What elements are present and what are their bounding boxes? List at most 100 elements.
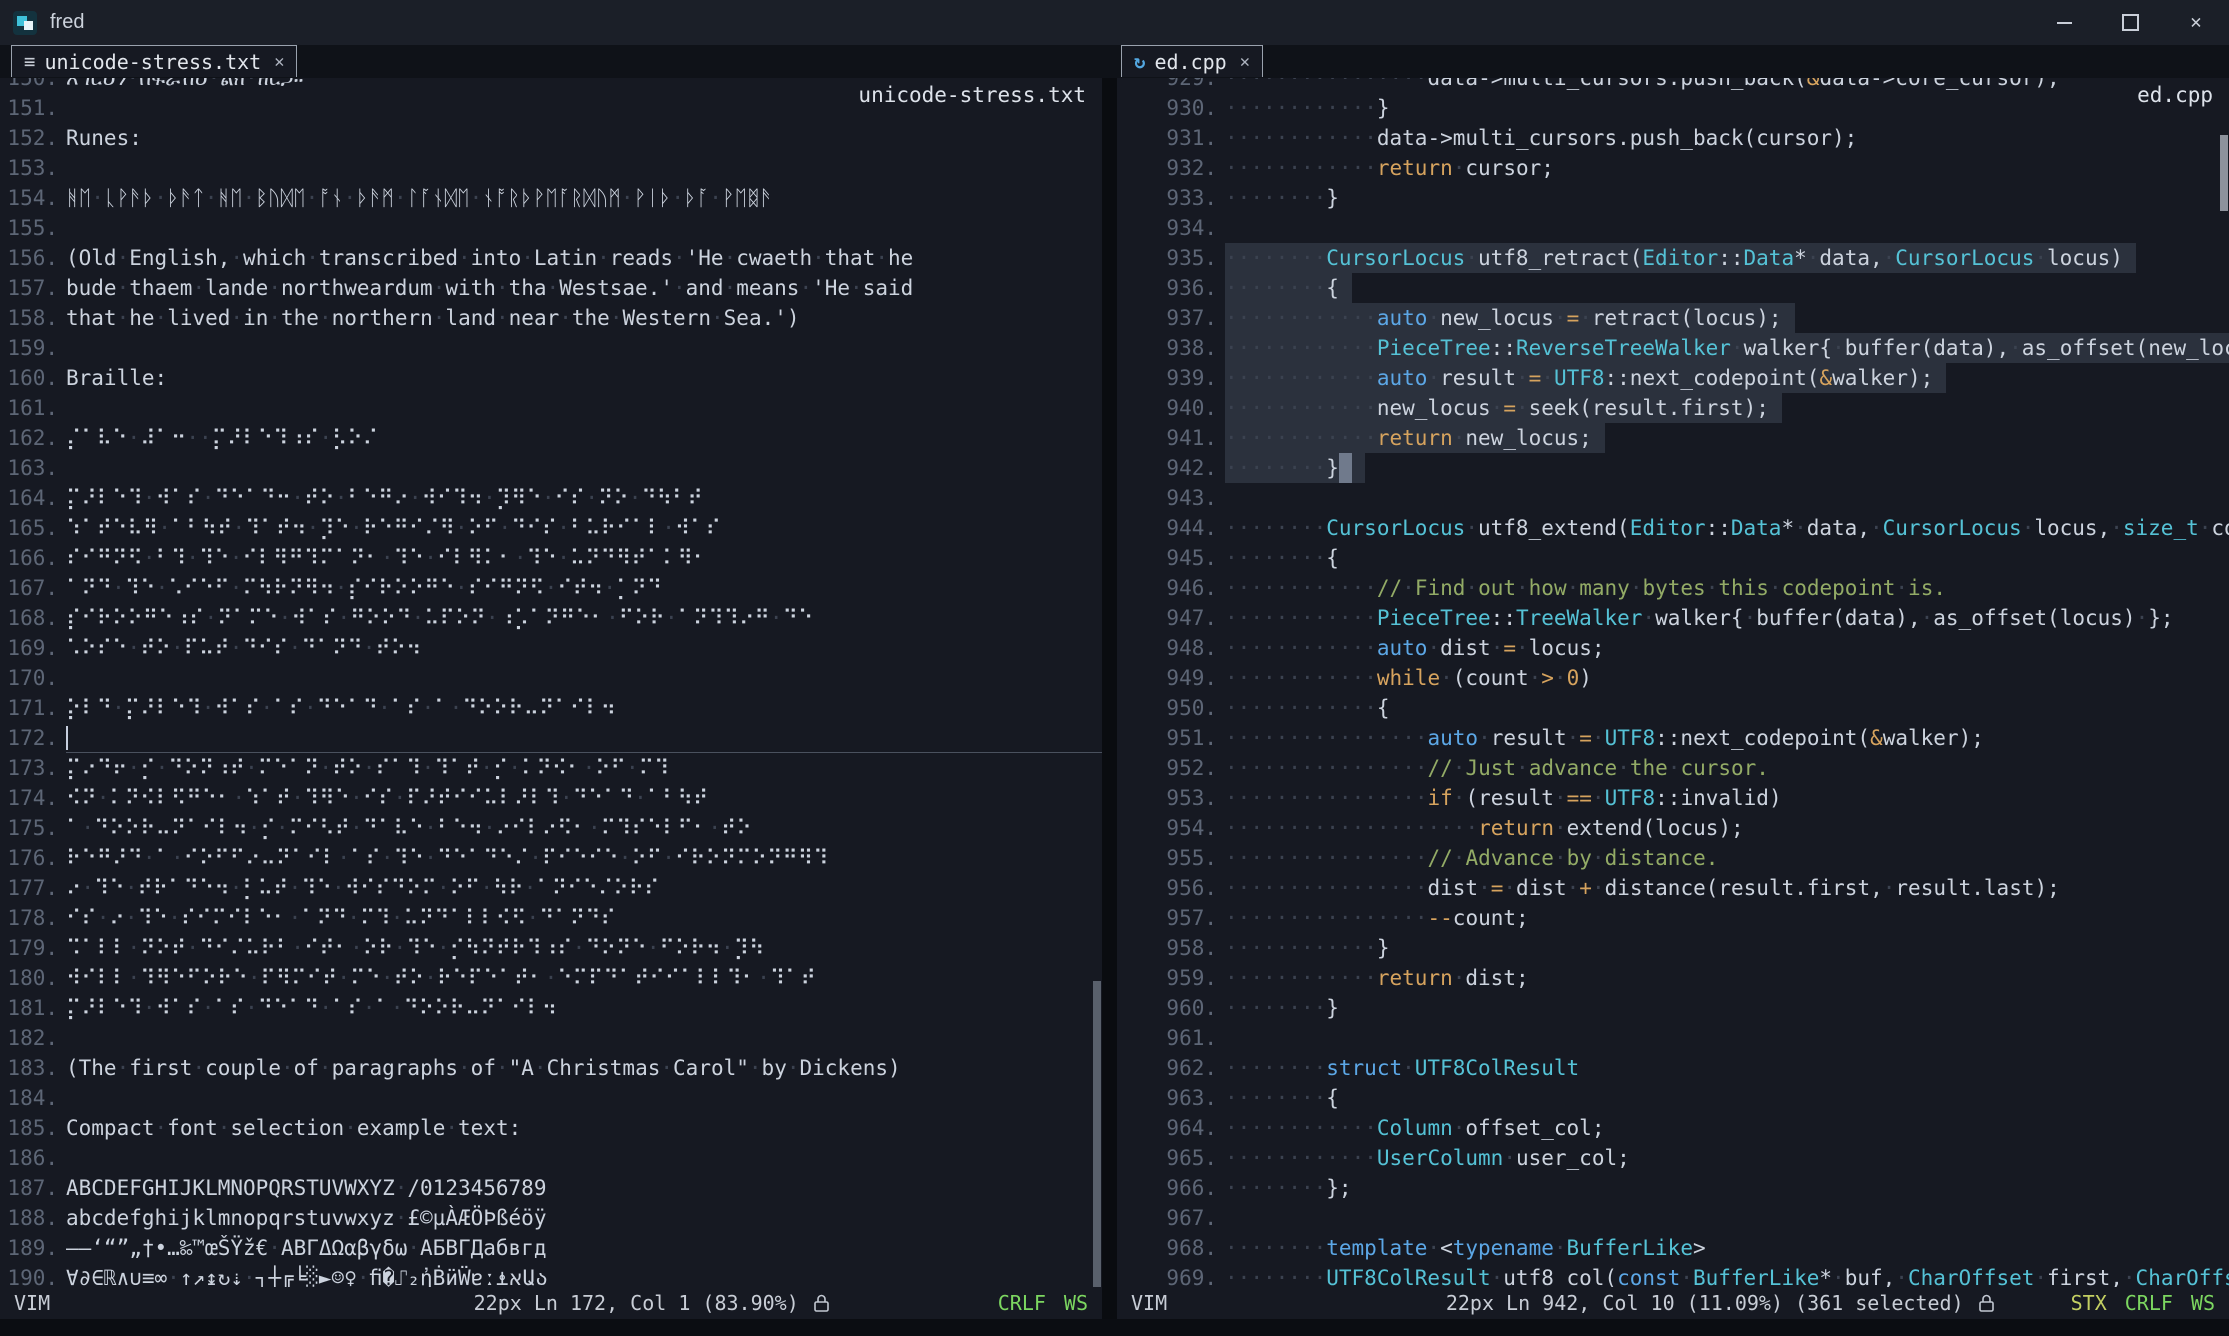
code-line[interactable]: 184. (0, 1083, 1102, 1113)
line-content[interactable]: ········struct·UTF8ColResult (1225, 1053, 1579, 1083)
line-number[interactable]: 163. (0, 453, 58, 483)
code-line[interactable]: 188.abcdefghijklmnopqrstuvwxyz·£©µÀÆÖÞßé… (0, 1203, 1102, 1233)
code-line[interactable]: 953.················if·(result·==·UTF8::… (1117, 783, 2229, 813)
line-content[interactable]: ········{ (1225, 1083, 1339, 1113)
code-line[interactable]: 190.∀∂∈ℝ∧∪≡∞·↑↗↨↻⇣·┐┼╔╘░►☺♀·ﬁ�⑀₂ἠḂӥẄɐː⍎א… (0, 1263, 1102, 1287)
status-flag-crlf[interactable]: CRLF (998, 1291, 1046, 1315)
code-line[interactable]: 952.················//·Just·advance·the·… (1117, 753, 2229, 783)
line-number[interactable]: 942. (1117, 453, 1217, 483)
line-number[interactable]: 177. (0, 873, 58, 903)
code-line[interactable]: 932.············return·cursor; (1117, 153, 2229, 183)
code-line[interactable]: 165.⠱⠁⠞⠑⠧⠻·⠁⠃⠳⠞·⠹⠁⠞⠲·⡹⠑·⠗⠑⠛⠊⠌⠻·⠕⠋·⠙⠊⠎·⠃⠥… (0, 513, 1102, 543)
code-line[interactable]: 164.⡍⠜⠇⠑⠹·⠺⠁⠎·⠙⠑⠁⠙⠒·⠞⠕·⠃⠑⠛⠔·⠺⠊⠹⠲·⡹⠻⠑·⠊⠎·… (0, 483, 1102, 513)
code-line[interactable]: 943. (1117, 483, 2229, 513)
line-number[interactable]: 936. (1117, 273, 1217, 303)
code-line[interactable]: 967. (1117, 1203, 2229, 1233)
code-line[interactable]: 935.········CursorLocus·utf8_retract(Edi… (1117, 243, 2229, 273)
line-number[interactable]: 181. (0, 993, 58, 1023)
code-line[interactable]: 158.that·he·lived·in·the·northern·land·n… (0, 303, 1102, 333)
line-number[interactable]: 957. (1117, 903, 1217, 933)
line-number[interactable]: 965. (1117, 1143, 1217, 1173)
line-content[interactable]: ∀∂∈ℝ∧∪≡∞·↑↗↨↻⇣·┐┼╔╘░►☺♀·ﬁ�⑀₂ἠḂӥẄɐː⍎אԱა (66, 1263, 548, 1287)
line-number[interactable]: 159. (0, 333, 58, 363)
line-number[interactable]: 950. (1117, 693, 1217, 723)
code-line[interactable]: 940. ············new_locus·=·seek(result.… (1117, 393, 2229, 423)
line-number[interactable]: 955. (1117, 843, 1217, 873)
line-content[interactable]: ········UTF8ColResult·utf8_col(const·Buf… (1225, 1263, 2229, 1287)
line-content[interactable]: ⡍⠔⠙⠖·⡊·⠙⠕⠝⠰⠞·⠍⠑⠁⠝·⠞⠕·⠎⠁⠹·⠹⠁⠞·⡊·⠅⠝⠪⠂·⠕⠋·⠍… (66, 753, 669, 783)
line-number[interactable]: 175. (0, 813, 58, 843)
line-number[interactable]: 164. (0, 483, 58, 513)
minimize-button[interactable] (2031, 0, 2097, 45)
line-content[interactable]: abcdefghijklmnopqrstuvwxyz·£©µÀÆÖÞßéöÿ (66, 1203, 546, 1233)
line-number[interactable]: 961. (1117, 1023, 1217, 1053)
line-content[interactable]: እግርህን·በፍራሽህ·ልክ·ዘርጋ። (66, 78, 303, 93)
code-area[interactable]: 150.እግርህን·በፍራሽህ·ልክ·ዘርጋ።151.152.Runes:153… (0, 78, 1102, 1287)
tab-ed-cpp[interactable]: ↻ ed.cpp ✕ (1121, 45, 1263, 77)
line-number[interactable]: 180. (0, 963, 58, 993)
code-line[interactable]: 189.–—‘“”„†•…‰™œŠŸž€·ΑΒΓΔΩαβγδω·АБВГДабв… (0, 1233, 1102, 1263)
line-content[interactable]: ················if·(result·==·UTF8::inva… (1225, 783, 1782, 813)
line-content[interactable]: ············Column·offset_col; (1225, 1113, 1604, 1143)
line-content[interactable]: ········} (1225, 453, 1365, 483)
line-number[interactable]: 932. (1117, 153, 1217, 183)
code-line[interactable]: 179.⠩⠁⠇⠇·⠝⠕⠞·⠙⠊⠌⠥⠗⠃·⠊⠞⠂·⠕⠗·⠹⠑·⡊⠳⠝⠞⠗⠹⠰⠎·⠙… (0, 933, 1102, 963)
code-line[interactable]: 949.············while·(count·>·0) (1117, 663, 2229, 693)
line-content[interactable]: ············new_locus·=·seek(result.firs… (1225, 393, 1782, 423)
code-line[interactable]: 175.⠁·⠙⠕⠕⠗⠤⠝⠁⠊⠇⠲·⡊·⠍⠊⠣⠞·⠙⠁⠧⠑·⠃⠑⠲·⠔⠊⠇⠔⠫⠂·… (0, 813, 1102, 843)
lock-icon[interactable] (813, 1293, 830, 1313)
line-content[interactable]: ········CursorLocus·utf8_extend(Editor::… (1225, 513, 2229, 543)
line-number[interactable]: 189. (0, 1233, 58, 1263)
line-number[interactable]: 160. (0, 363, 58, 393)
line-content[interactable]: ········template·<typename·BufferLike> (1225, 1233, 1706, 1263)
line-number[interactable]: 960. (1117, 993, 1217, 1023)
line-number[interactable]: 929. (1117, 78, 1217, 93)
code-line[interactable]: 945.········{ (1117, 543, 2229, 573)
code-area[interactable]: 929.················data->multi_cursors.… (1117, 78, 2229, 1287)
code-line[interactable]: 938.············PieceTree::ReverseTreeWa… (1117, 333, 2229, 363)
code-line[interactable]: 955.················//·Advance·by·distan… (1117, 843, 2229, 873)
code-line[interactable]: 156.(Old·English,·which·transcribed·into… (0, 243, 1102, 273)
line-number[interactable]: 174. (0, 783, 58, 813)
code-line[interactable]: 172. (0, 723, 1102, 753)
line-number[interactable]: 173. (0, 753, 58, 783)
line-number[interactable]: 945. (1117, 543, 1217, 573)
code-line[interactable]: 152.Runes: (0, 123, 1102, 153)
status-flag-ws[interactable]: WS (1064, 1291, 1088, 1315)
code-line[interactable]: 153. (0, 153, 1102, 183)
status-flag-ws[interactable]: WS (2191, 1291, 2215, 1315)
line-content[interactable]: ⠡⠕⠎⠑·⠞⠕·⠏⠥⠞·⠙⠊⠎·⠙⠁⠝⠙·⠞⠕⠲ (66, 633, 422, 663)
line-number[interactable]: 176. (0, 843, 58, 873)
code-line[interactable]: 969.········UTF8ColResult·utf8_col(const… (1117, 1263, 2229, 1287)
line-number[interactable]: 940. (1117, 393, 1217, 423)
line-content[interactable]: ············{ (1225, 693, 1390, 723)
line-content[interactable]: ⠎⠊⠛⠝⠫·⠃⠹·⠹⠑·⠊⠇⠻⠛⠹⠍⠁⠝⠂·⠹⠑·⠊⠇⠻⠅⠂·⠹⠑·⠥⠝⠙⠻⠞⠁… (66, 543, 708, 573)
line-number[interactable]: 157. (0, 273, 58, 303)
cursor-position[interactable]: 22px Ln 172, Col 1 (83.90%) (474, 1291, 799, 1315)
cursor-position[interactable]: 22px Ln 942, Col 10 (11.09%) (361 select… (1446, 1291, 1964, 1315)
line-number[interactable]: 943. (1117, 483, 1217, 513)
code-line[interactable]: 174. ⠪⠝·⠅⠝⠪⠇⠫⠛⠑⠂·⠱⠁⠞·⠹⠻⠑·⠊⠎·⠏⠜⠞⠊⠊⠥⠇⠜⠇⠹·⠙⠑… (0, 783, 1102, 813)
line-number[interactable]: 930. (1117, 93, 1217, 123)
line-content[interactable]: ⠊⠎·⠔·⠹⠑·⠎⠊⠍⠊⠇⠑⠂·⠁⠝⠙·⠍⠹·⠥⠝⠙⠁⠇⠇⠪⠫·⠙⠁⠝⠙⠎ (66, 903, 616, 933)
line-content[interactable]: ⠪⠝·⠅⠝⠪⠇⠫⠛⠑⠂·⠱⠁⠞·⠹⠻⠑·⠊⠎·⠏⠜⠞⠊⠊⠥⠇⠜⠇⠹·⠙⠑⠁⠙·⠁… (66, 783, 708, 813)
line-number[interactable]: 156. (0, 243, 58, 273)
code-line[interactable]: 957.················--count; (1117, 903, 2229, 933)
code-line[interactable]: 169.⠡⠕⠎⠑·⠞⠕·⠏⠥⠞·⠙⠊⠎·⠙⠁⠝⠙·⠞⠕⠲ (0, 633, 1102, 663)
line-number[interactable]: 150. (0, 78, 58, 93)
status-flag-stx[interactable]: STX (2071, 1291, 2107, 1315)
code-line[interactable]: 161. (0, 393, 1102, 423)
line-content[interactable]: ············return·new_locus; (1225, 423, 1605, 453)
line-number[interactable]: 939. (1117, 363, 1217, 393)
line-number[interactable]: 184. (0, 1083, 58, 1113)
scrollbar-thumb[interactable] (2220, 135, 2228, 211)
line-content[interactable]: ················dist·=·dist·+·distance(r… (1225, 873, 2060, 903)
line-content[interactable]: ABCDEFGHIJKLMNOPQRSTUVWXYZ·/0123456789 (66, 1173, 546, 1203)
code-line[interactable]: 960.········} (1117, 993, 2229, 1023)
line-content[interactable]: ············auto·result·=·UTF8::next_cod… (1225, 363, 1946, 393)
code-line[interactable]: 936.········{ (1117, 273, 2229, 303)
code-line[interactable]: 185.Compact·font·selection·example·text: (0, 1113, 1102, 1143)
code-line[interactable]: 942. ········} (1117, 453, 2229, 483)
line-content[interactable]: (The·first·couple·of·paragraphs·of·"A·Ch… (66, 1053, 901, 1083)
line-number[interactable]: 178. (0, 903, 58, 933)
